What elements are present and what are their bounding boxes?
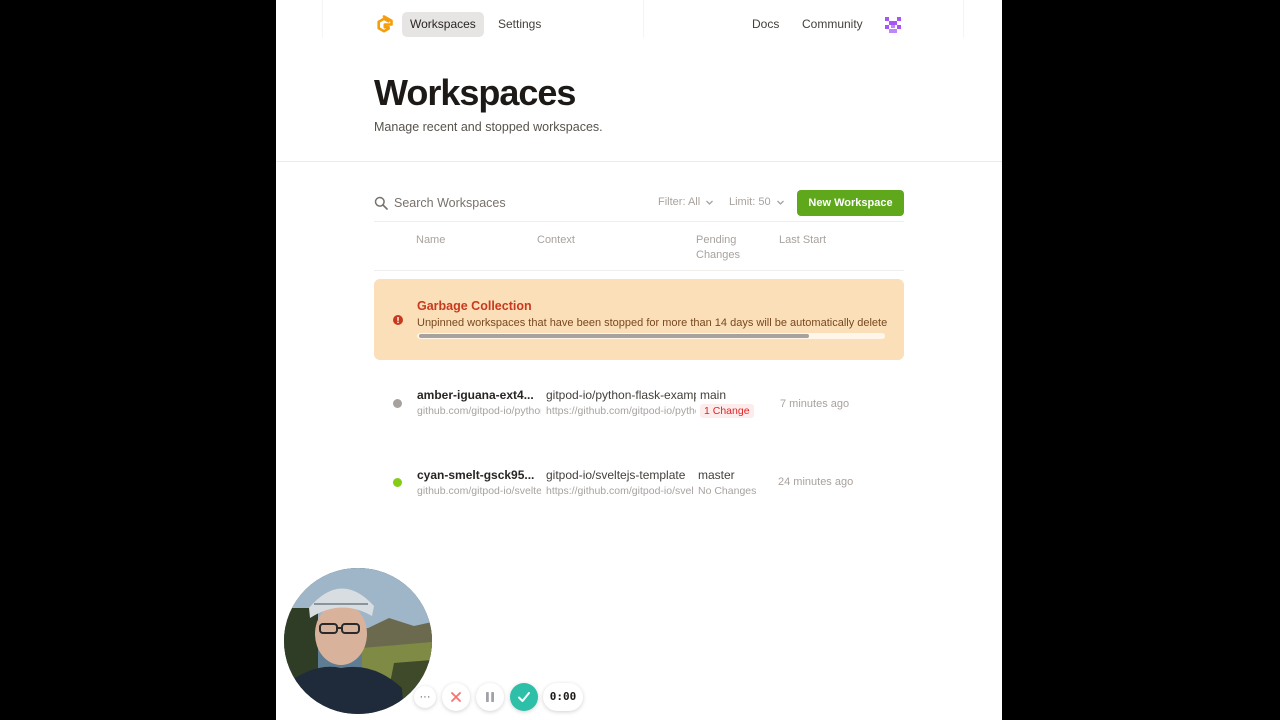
webcam-video-icon <box>284 568 432 714</box>
column-header-pending-changes: Pending Changes <box>696 233 740 263</box>
workspace-name: cyan-smelt-gsck95... <box>417 468 535 482</box>
search-icon <box>374 196 388 210</box>
workspace-context[interactable]: gitpod-io/python-flask-example <box>546 388 696 402</box>
workspace-context-url[interactable]: https://github.com/gitpod-io/sveltejs-te… <box>546 485 694 497</box>
workspace-changes-badge: 1 Change <box>700 404 754 418</box>
nav-docs[interactable]: Docs <box>744 12 787 37</box>
workspace-context-url[interactable]: https://github.com/gitpod-io/python-flas… <box>546 405 696 417</box>
workspace-context[interactable]: gitpod-io/sveltejs-template <box>546 468 694 482</box>
workspace-changes: No Changes <box>698 485 757 497</box>
filter-label: Filter: All <box>658 196 701 208</box>
header-divider <box>276 161 1002 162</box>
nav-community[interactable]: Community <box>794 12 871 37</box>
recorder-timer: 0:00 <box>543 683 583 711</box>
recorder-cancel-button[interactable] <box>442 683 470 711</box>
recorder-more-button[interactable]: ··· <box>414 686 436 708</box>
alert-circle-icon <box>393 315 403 325</box>
webcam-bubble[interactable] <box>284 568 432 714</box>
page-subtitle: Manage recent and stopped workspaces. <box>374 120 603 134</box>
page-title: Workspaces <box>374 72 576 113</box>
workspace-status-dot <box>393 478 402 487</box>
recorder-controls: ··· 0:00 <box>413 683 588 711</box>
search-input[interactable] <box>394 194 634 212</box>
limit-label: Limit: 50 <box>729 196 771 208</box>
limit-dropdown[interactable]: Limit: 50 <box>729 196 785 208</box>
close-icon <box>451 692 461 702</box>
checkmark-icon <box>518 692 530 702</box>
filter-dropdown[interactable]: Filter: All <box>658 196 714 208</box>
recorder-pause-button[interactable] <box>476 683 504 711</box>
workspace-repo: github.com/gitpod-io/python-flask-exampl… <box>417 405 541 417</box>
workspace-branch: main <box>700 388 727 402</box>
workspace-row[interactable]: cyan-smelt-gsck95... github.com/gitpod-i… <box>374 461 904 511</box>
pause-icon <box>486 692 494 702</box>
workspace-last-start: 24 minutes ago <box>778 476 854 488</box>
chevron-down-icon <box>706 200 714 205</box>
garbage-collection-banner: Garbage Collection Unpinned workspaces t… <box>374 279 904 360</box>
column-header-last-start: Last Start <box>779 234 827 246</box>
banner-scrollbar[interactable] <box>417 333 885 339</box>
workspace-row[interactable]: amber-iguana-ext4... github.com/gitpod-i… <box>374 381 904 431</box>
workspace-name: amber-iguana-ext4... <box>417 388 534 402</box>
column-header-pending-line1: Pending <box>696 234 737 246</box>
toolbar-divider <box>374 221 904 222</box>
nav-settings[interactable]: Settings <box>490 12 549 37</box>
workspace-repo: github.com/gitpod-io/sveltejs-template <box>417 485 541 497</box>
banner-text: Unpinned workspaces that have been stopp… <box>417 317 887 329</box>
column-header-name: Name <box>416 234 446 246</box>
chevron-down-icon <box>776 200 784 205</box>
banner-title: Garbage Collection <box>417 299 532 313</box>
workspace-branch: master <box>698 468 735 482</box>
column-header-context: Context <box>537 234 575 246</box>
gitpod-logo-icon[interactable] <box>374 15 394 35</box>
workspace-last-start: 7 minutes ago <box>780 398 850 410</box>
new-workspace-button[interactable]: New Workspace <box>797 190 904 216</box>
top-navigation: Workspaces Settings Docs Community <box>374 12 902 38</box>
column-header-pending-line2: Changes <box>696 249 741 261</box>
scrollbar-thumb[interactable] <box>419 334 809 338</box>
user-avatar-icon[interactable] <box>884 16 902 34</box>
nav-workspaces[interactable]: Workspaces <box>402 12 484 37</box>
columns-divider <box>374 270 904 271</box>
workspace-status-dot <box>393 399 402 408</box>
recorder-finish-button[interactable] <box>510 683 538 711</box>
